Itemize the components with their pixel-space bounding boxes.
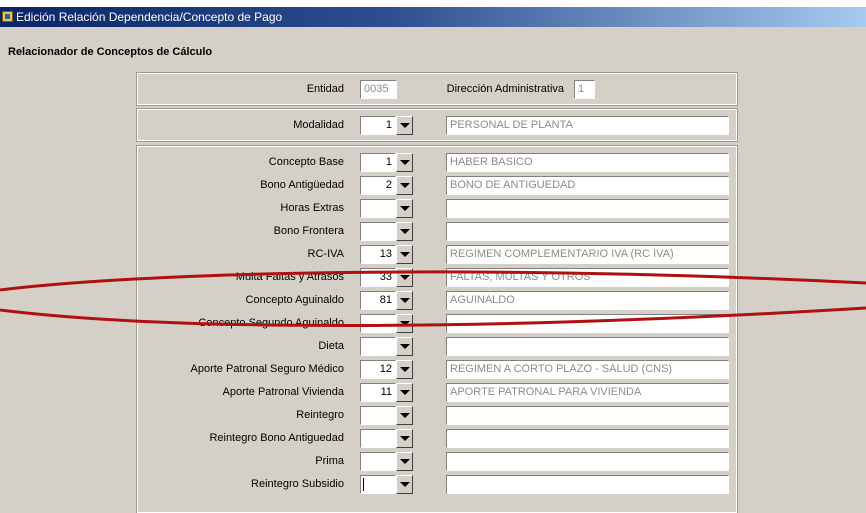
concepto-label: Bono Frontera — [273, 225, 344, 237]
concepto-dropdown-button[interactable] — [396, 452, 413, 471]
concepto-label: Concepto Base — [268, 156, 344, 168]
direccion-field[interactable]: 1 — [574, 80, 595, 99]
entidad-field[interactable]: 0035 — [360, 80, 397, 99]
concepto-description-field[interactable]: REGIMEN COMPLEMENTARIO IVA (RC IVA) — [446, 245, 729, 264]
concepto-code-field[interactable]: 2 — [360, 176, 396, 195]
concepto-label: Reintegro Subsidio — [251, 478, 344, 490]
concepto-label: Multa Faltas y Atrasos — [235, 271, 344, 283]
concepto-description-field[interactable]: APORTE PATRONAL PARA VIVIENDA — [446, 383, 729, 402]
modalidad-description-field[interactable]: PERSONAL DE PLANTA — [446, 116, 729, 135]
concepto-label: Aporte Patronal Vivienda — [222, 386, 345, 398]
concepto-dropdown-button[interactable] — [396, 176, 413, 195]
concepto-label: Aporte Patronal Seguro Médico — [190, 363, 344, 375]
concepto-dropdown-button[interactable] — [396, 268, 413, 287]
app-window: Edición Relación Dependencia/Concepto de… — [0, 0, 866, 513]
concepto-label: Prima — [315, 455, 344, 467]
concepto-code-field[interactable]: 33 — [360, 268, 396, 287]
concepto-code-field[interactable] — [360, 452, 396, 471]
concepto-label: Reintegro — [296, 409, 344, 421]
concepto-dropdown-button[interactable] — [396, 199, 413, 218]
concepto-dropdown-button[interactable] — [396, 475, 413, 494]
header-panel: Entidad 0035 Dirección Administrativa 1 — [136, 72, 738, 106]
modalidad-dropdown-button[interactable] — [396, 116, 413, 135]
concepto-description-field[interactable]: REGIMEN A CORTO PLAZO - SALUD (CNS) — [446, 360, 729, 379]
concepto-dropdown-button[interactable] — [396, 245, 413, 264]
concepto-description-field[interactable] — [446, 429, 729, 448]
concepto-label: RC-IVA — [307, 248, 344, 260]
modalidad-code-field[interactable]: 1 — [360, 116, 396, 135]
concepto-description-field[interactable]: AGUINALDO — [446, 291, 729, 310]
concepto-label: Bono Antigüedad — [260, 179, 344, 191]
concepto-dropdown-button[interactable] — [396, 406, 413, 425]
modalidad-label: Modalidad — [293, 119, 344, 131]
concepto-code-field[interactable]: 81 — [360, 291, 396, 310]
concepto-description-field[interactable] — [446, 337, 729, 356]
concepto-code-field[interactable] — [360, 199, 396, 218]
concepto-dropdown-button[interactable] — [396, 222, 413, 241]
concepto-code-field[interactable] — [360, 406, 396, 425]
concepto-description-field[interactable]: HABER BASICO — [446, 153, 729, 172]
concepto-description-field[interactable] — [446, 406, 729, 425]
concepto-code-field[interactable] — [360, 222, 396, 241]
concepto-label: Reintegro Bono Antiguedad — [209, 432, 344, 444]
window-title: Edición Relación Dependencia/Concepto de… — [16, 10, 283, 24]
concepto-description-field[interactable] — [446, 199, 729, 218]
concepto-dropdown-button[interactable] — [396, 291, 413, 310]
concepto-label: Horas Extras — [280, 202, 344, 214]
concepto-code-field[interactable]: 1 — [360, 153, 396, 172]
concepto-description-field[interactable] — [446, 314, 729, 333]
concepto-dropdown-button[interactable] — [396, 383, 413, 402]
form-canvas: Relacionador de Conceptos de Cálculo Ent… — [0, 27, 866, 513]
concepto-dropdown-button[interactable] — [396, 314, 413, 333]
concepto-code-field[interactable] — [360, 314, 396, 333]
concepto-label: Concepto Segundo Aguinaldo — [198, 317, 344, 329]
concepto-description-field[interactable] — [446, 475, 729, 494]
concepto-description-field[interactable]: FALTAS, MULTAS Y OTROS — [446, 268, 729, 287]
concepto-description-field[interactable] — [446, 222, 729, 241]
title-bar: Edición Relación Dependencia/Concepto de… — [0, 7, 866, 27]
concepto-dropdown-button[interactable] — [396, 337, 413, 356]
entidad-label: Entidad — [306, 83, 344, 95]
concepto-code-field[interactable]: 11 — [360, 383, 396, 402]
forms-app-icon[interactable] — [2, 11, 13, 22]
concepto-code-field[interactable] — [360, 429, 396, 448]
concepto-code-field[interactable]: 12 — [360, 360, 396, 379]
concepto-description-field[interactable] — [446, 452, 729, 471]
concepto-code-field[interactable]: 13 — [360, 245, 396, 264]
concepto-code-field[interactable] — [360, 475, 396, 494]
concepto-description-field[interactable]: BONO DE ANTIGUEDAD — [446, 176, 729, 195]
concepto-dropdown-button[interactable] — [396, 429, 413, 448]
concepto-code-field[interactable] — [360, 337, 396, 356]
concepto-label: Concepto Aguinaldo — [245, 294, 344, 306]
text-caret — [363, 478, 364, 491]
concepto-dropdown-button[interactable] — [396, 153, 413, 172]
direccion-label: Dirección Administrativa — [446, 83, 564, 95]
conceptos-panel: Concepto Base 1 HABER BASICO Bono Antigü… — [136, 145, 738, 513]
concepto-label: Dieta — [318, 340, 344, 352]
section-title: Relacionador de Conceptos de Cálculo — [8, 46, 213, 58]
concepto-dropdown-button[interactable] — [396, 360, 413, 379]
modalidad-panel: Modalidad 1 PERSONAL DE PLANTA — [136, 108, 738, 142]
